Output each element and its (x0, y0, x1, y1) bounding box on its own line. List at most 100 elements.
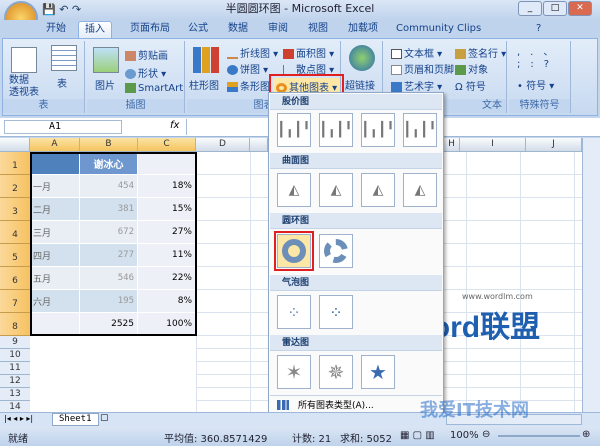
punctuation-buttons[interactable]: ,.、 (517, 43, 563, 58)
value-cell[interactable]: 546 (80, 267, 138, 290)
bubble-chart-option[interactable]: ⁘ (277, 295, 311, 329)
tab-formulas[interactable]: 公式 (182, 21, 214, 38)
fx-icon[interactable]: fx (170, 120, 179, 131)
percent-cell[interactable]: 8% (138, 290, 196, 313)
row-header[interactable]: 8 (0, 313, 30, 336)
percent-cell[interactable]: 27% (138, 221, 196, 244)
value-cell[interactable]: 454 (80, 175, 138, 198)
column-header[interactable]: J (526, 138, 582, 152)
zoom-level[interactable]: 100% (450, 430, 479, 441)
vertical-scrollbar[interactable] (582, 138, 600, 412)
shapes-button[interactable]: 形状 ▾ (125, 65, 166, 80)
value-cell[interactable]: 195 (80, 290, 138, 313)
value-cell[interactable]: 381 (80, 198, 138, 221)
radar-markers-option[interactable]: ✵ (319, 355, 353, 389)
stock-vhlc-option[interactable]: ┃╻┃╹ (361, 113, 395, 147)
object-button[interactable]: 对象 (455, 61, 488, 76)
save-icon[interactable]: 💾 (42, 3, 56, 16)
smartart-button[interactable]: SmartArt (125, 83, 183, 94)
percent-cell[interactable]: 22% (138, 267, 196, 290)
maximize-button[interactable]: □ (543, 1, 567, 16)
month-cell[interactable]: 四月 (30, 244, 80, 267)
tab-home[interactable]: 开始 (40, 21, 72, 38)
column-header[interactable]: C (138, 138, 196, 152)
row-header[interactable]: 1 (0, 152, 30, 175)
bar-chart-button[interactable]: 条形图 ▾ (227, 78, 278, 93)
column-header[interactable]: D (196, 138, 250, 152)
percent-cell[interactable]: 11% (138, 244, 196, 267)
line-chart-button[interactable]: 折线图 ▾ (227, 45, 278, 60)
row-header[interactable]: 2 (0, 175, 30, 198)
row-header[interactable]: 7 (0, 290, 30, 313)
contour-option[interactable]: ◭ (361, 173, 395, 207)
value-cell[interactable]: 277 (80, 244, 138, 267)
pivot-table-icon[interactable] (11, 47, 37, 73)
tab-addins[interactable]: 加载项 (342, 21, 384, 38)
close-button[interactable]: ✕ (568, 1, 592, 16)
radar-chart-option[interactable]: ✶ (277, 355, 311, 389)
tab-community-clips[interactable]: Community Clips (390, 21, 487, 38)
stock-vohlc-option[interactable]: ┃╻┃╹ (403, 113, 437, 147)
month-cell[interactable]: 一月 (30, 175, 80, 198)
cell[interactable] (30, 313, 80, 336)
column-header[interactable]: I (460, 138, 526, 152)
textbox-button[interactable]: 文本框 ▾ (391, 45, 442, 60)
signature-line-button[interactable]: 签名行 ▾ (455, 45, 506, 60)
cell[interactable] (30, 152, 80, 175)
month-cell[interactable]: 三月 (30, 221, 80, 244)
table-icon[interactable] (51, 45, 77, 71)
pie-chart-button[interactable]: 饼图 ▾ (227, 61, 268, 76)
symbol-button[interactable]: Ω 符号 (455, 78, 486, 93)
percent-cell[interactable]: 15% (138, 198, 196, 221)
total-percent-cell[interactable]: 100% (138, 313, 196, 336)
hyperlink-button[interactable]: 超链接 (345, 77, 375, 92)
month-cell[interactable]: 五月 (30, 267, 80, 290)
row-header[interactable]: 6 (0, 267, 30, 290)
column-header[interactable] (250, 138, 268, 152)
wordart-button[interactable]: 艺术字 ▾ (391, 78, 442, 93)
area-chart-button[interactable]: 面积图 ▾ (283, 45, 334, 60)
insert-sheet-icon[interactable]: ▢ (100, 413, 109, 423)
row-header[interactable]: 3 (0, 198, 30, 221)
name-box[interactable]: A1 (4, 120, 122, 134)
column-header[interactable]: B (80, 138, 138, 152)
3d-surface-option[interactable]: ◭ (277, 173, 311, 207)
row-header[interactable]: 13 (0, 388, 30, 401)
help-icon[interactable]: ? (530, 21, 547, 38)
sheet-nav-buttons[interactable]: |◂ ◂ ▸ ▸| (4, 414, 33, 423)
punctuation-buttons-2[interactable]: ;:? (517, 59, 559, 70)
zoom-in-button[interactable]: ⊕ (582, 429, 590, 440)
tab-review[interactable]: 审阅 (262, 21, 294, 38)
pivot-table-button[interactable]: 数据 透视表 (9, 75, 39, 99)
row-header[interactable]: 12 (0, 375, 30, 388)
select-all[interactable] (0, 138, 30, 152)
quick-access-toolbar[interactable]: 💾 ↶ ↷ (42, 3, 81, 16)
row-header[interactable]: 5 (0, 244, 30, 267)
special-symbol-button[interactable]: • 符号 ▾ (517, 77, 554, 92)
exploded-doughnut-option[interactable] (319, 234, 353, 268)
tab-data[interactable]: 数据 (222, 21, 254, 38)
filled-radar-option[interactable]: ★ (361, 355, 395, 389)
tab-insert[interactable]: 插入 (78, 21, 112, 38)
cell[interactable] (138, 152, 196, 175)
month-cell[interactable]: 六月 (30, 290, 80, 313)
tab-view[interactable]: 视图 (302, 21, 334, 38)
undo-icon[interactable]: ↶ (59, 3, 68, 16)
clipart-button[interactable]: 剪贴画 (125, 47, 168, 62)
zoom-slider[interactable] (498, 435, 580, 437)
row-header[interactable]: 9 (0, 336, 30, 349)
stock-hlc-option[interactable]: ┃╻┃╹ (277, 113, 311, 147)
row-header[interactable]: 11 (0, 362, 30, 375)
column-header[interactable]: A (30, 138, 80, 152)
percent-cell[interactable]: 18% (138, 175, 196, 198)
value-cell[interactable]: 672 (80, 221, 138, 244)
column-header[interactable]: H (444, 138, 460, 152)
zoom-out-button[interactable]: ⊖ (482, 429, 490, 440)
globe-icon[interactable] (349, 45, 375, 71)
doughnut-chart-option[interactable] (274, 231, 314, 271)
scatter-chart-button[interactable]: 散点图 ▾ (283, 61, 334, 76)
picture-icon[interactable] (93, 47, 119, 73)
column-chart-button[interactable]: 柱形图 (189, 77, 219, 92)
tab-page-layout[interactable]: 页面布局 (124, 21, 176, 38)
month-cell[interactable]: 二月 (30, 198, 80, 221)
